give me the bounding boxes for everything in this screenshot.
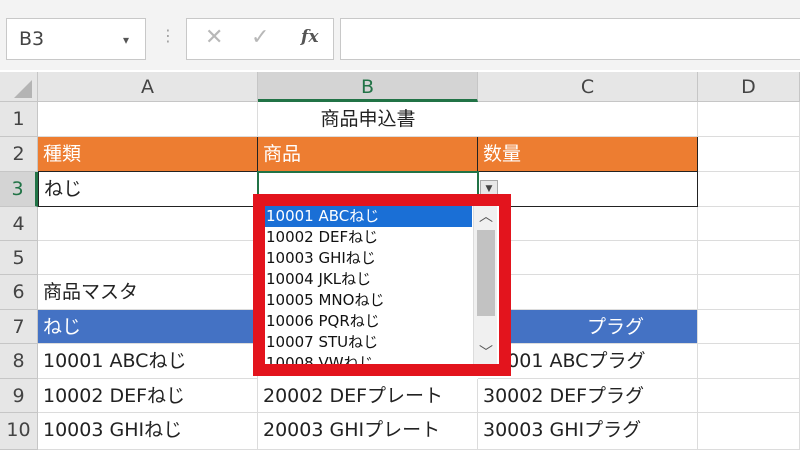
cell-c6[interactable] xyxy=(510,275,698,310)
column-header-d[interactable]: D xyxy=(698,72,800,102)
dropdown-option[interactable]: 10002 DEFねじ xyxy=(265,227,472,248)
formula-buttons: ✕ ✓ fx xyxy=(186,18,334,60)
row-header-8[interactable]: 8 xyxy=(0,344,38,379)
cell-a4[interactable] xyxy=(38,207,258,241)
cell-a2[interactable]: 種類 xyxy=(38,137,258,172)
row-header-10[interactable]: 10 xyxy=(0,413,38,450)
cell-d10[interactable] xyxy=(698,413,800,450)
dropdown-option[interactable]: 10001 ABCねじ xyxy=(265,206,472,227)
dropdown-option[interactable]: 10003 GHIねじ xyxy=(265,248,472,269)
cell-c8[interactable]: 30001 ABCプラグ xyxy=(478,344,698,379)
name-box-value: B3 xyxy=(19,28,45,50)
cell-b9[interactable]: 20002 DEFプレート xyxy=(258,379,478,413)
formula-bar-area: B3 ▾ ⋮ ✕ ✓ fx xyxy=(0,0,800,70)
cell-c3[interactable] xyxy=(478,172,698,207)
dropdown-option[interactable]: 10004 JKLねじ xyxy=(265,269,472,290)
cell-a5[interactable] xyxy=(38,241,258,275)
formula-input[interactable] xyxy=(340,18,800,60)
dropdown-list[interactable]: 10001 ABCねじ 10002 DEFねじ 10003 GHIねじ 1000… xyxy=(265,206,473,364)
cell-c9[interactable]: 30002 DEFプラグ xyxy=(478,379,698,413)
row-header-3[interactable]: 3 xyxy=(0,172,38,207)
dropdown-option[interactable]: 10007 STUねじ xyxy=(265,332,472,353)
cell-b10[interactable]: 20003 GHIプレート xyxy=(258,413,478,450)
dropdown-option[interactable]: 10008 VWねじ xyxy=(265,353,472,364)
cell-a3[interactable]: ねじ xyxy=(38,172,258,207)
cell-c10[interactable]: 30003 GHIプラグ xyxy=(478,413,698,450)
row-header-1[interactable]: 1 xyxy=(0,102,38,137)
cell-b2[interactable]: 商品 xyxy=(258,137,478,172)
select-all-triangle-icon[interactable] xyxy=(14,80,32,98)
cell-a6[interactable]: 商品マスタ xyxy=(38,275,258,310)
row-header-5[interactable]: 5 xyxy=(0,241,38,275)
cancel-icon[interactable]: ✕ xyxy=(205,25,223,50)
cell-d7[interactable] xyxy=(698,310,800,344)
column-header-b[interactable]: B xyxy=(258,72,478,102)
cell-a1[interactable] xyxy=(38,102,258,137)
column-header-c[interactable]: C xyxy=(478,72,698,102)
row-header-4[interactable]: 4 xyxy=(0,207,38,241)
cell-a8[interactable]: 10001 ABCねじ xyxy=(38,344,258,379)
cell-c4[interactable] xyxy=(510,207,698,241)
grip-icon[interactable]: ⋮ xyxy=(160,26,176,45)
cell-d1[interactable] xyxy=(698,102,800,137)
cell-a10[interactable]: 10003 GHIねじ xyxy=(38,413,258,450)
name-box[interactable]: B3 ▾ xyxy=(6,18,146,60)
cell-a9[interactable]: 10002 DEFねじ xyxy=(38,379,258,413)
cell-d6[interactable] xyxy=(698,275,800,310)
cell-b1[interactable]: 商品申込書 xyxy=(258,102,478,137)
row-header-6[interactable]: 6 xyxy=(0,275,38,310)
insert-function-icon[interactable]: fx xyxy=(301,27,318,47)
dropdown-option[interactable]: 10006 PQRねじ xyxy=(265,311,472,332)
scroll-thumb[interactable] xyxy=(477,230,495,316)
cell-c7[interactable]: プラグ xyxy=(478,310,698,344)
cell-d5[interactable] xyxy=(698,241,800,275)
row-header-2[interactable]: 2 xyxy=(0,137,38,172)
cell-d3[interactable] xyxy=(698,172,800,207)
cell-c5[interactable] xyxy=(510,241,698,275)
column-header-a[interactable]: A xyxy=(38,72,258,102)
row-header-7[interactable]: 7 xyxy=(0,310,38,344)
scroll-down-icon[interactable]: ﹀ xyxy=(474,342,498,364)
row-header-9[interactable]: 9 xyxy=(0,379,38,413)
scroll-up-icon[interactable]: ︿ xyxy=(474,206,498,228)
cell-d2[interactable] xyxy=(698,137,800,172)
chevron-down-icon[interactable]: ▾ xyxy=(123,33,129,47)
dropdown-option[interactable]: 10005 MNOねじ xyxy=(265,290,472,311)
cell-d4[interactable] xyxy=(698,207,800,241)
cell-c2[interactable]: 数量 xyxy=(478,137,698,172)
enter-icon[interactable]: ✓ xyxy=(251,25,269,50)
cell-c1[interactable] xyxy=(478,102,698,137)
cell-a7[interactable]: ねじ xyxy=(38,310,258,344)
cell-d9[interactable] xyxy=(698,379,800,413)
dropdown-scrollbar[interactable]: ︿ ﹀ xyxy=(473,206,497,364)
cell-d8[interactable] xyxy=(698,344,800,379)
